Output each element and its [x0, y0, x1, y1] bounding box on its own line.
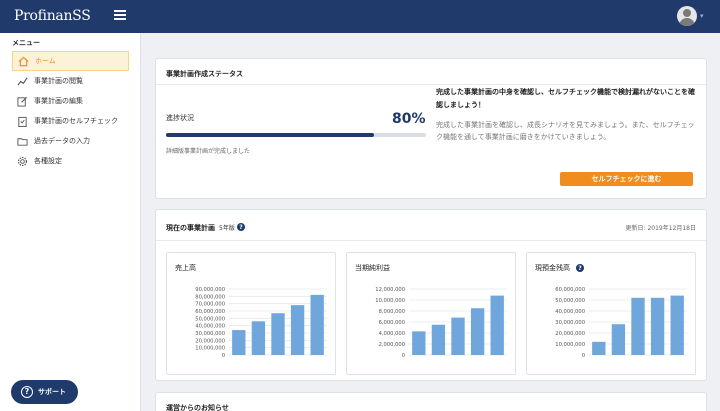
y-tick-label: 2,000,000 — [379, 342, 405, 348]
sidebar-item-label: 過去データの入力 — [34, 137, 90, 145]
y-tick-label: 10,000,000 — [375, 298, 405, 304]
menu-heading: メニュー — [12, 39, 40, 47]
y-tick-label: 20,000,000 — [555, 331, 585, 337]
hamburger-menu-icon[interactable] — [114, 10, 126, 20]
divider — [156, 84, 706, 85]
plan-version: 5年版 — [219, 225, 235, 232]
sidebar-item-label: 事業計画のセルフチェック — [34, 117, 118, 125]
y-tick-label: 0 — [222, 353, 225, 359]
sidebar-nav: ホーム 事業計画の閲覧 事業計画の編集 事業計画のセルフチェック 過去データの入… — [12, 51, 129, 171]
support-button[interactable]: ? サポート — [11, 380, 78, 404]
y-tick-label: 10,000,000 — [555, 342, 585, 348]
plan-title: 現在の事業計画 — [166, 224, 215, 232]
sidebar: メニュー ホーム 事業計画の閲覧 事業計画の編集 事業計画のセルフチェック 過去… — [0, 33, 141, 411]
chart-bar — [310, 294, 324, 355]
current-plan-card: 現在の事業計画 5年版 ? 更新日: 2019年12月18日 売上高 90,00… — [155, 209, 707, 381]
y-tick-label: 70,000,000 — [195, 302, 225, 308]
folder-icon — [16, 135, 28, 147]
chart-bar — [232, 330, 246, 355]
chart-bar — [412, 331, 426, 355]
net-income-chart: 12,000,000 10,000,000 8,000,000 6,000,000 4,… — [375, 287, 507, 359]
y-tick-label: 0 — [402, 353, 405, 359]
status-description: 完成した事業計画を確認し、成長シナリオを見てみましょう。また、セルフチェック機能… — [436, 121, 695, 141]
y-tick-label: 80,000,000 — [195, 294, 225, 300]
status-card: 事業計画作成ステータス 進捗状況 80% 詳細版事業計画が完成しました 完成した… — [155, 58, 707, 199]
y-tick-label: 10,000,000 — [195, 346, 225, 352]
app-logo[interactable]: ProfinanSS — [14, 8, 91, 24]
plan-updated-date: 更新日: 2019年12月18日 — [625, 225, 696, 232]
chart-bar — [611, 324, 626, 355]
y-tick-label: 4,000,000 — [379, 331, 405, 337]
edit-icon — [16, 95, 28, 107]
sidebar-item-past-data[interactable]: 過去データの入力 — [12, 131, 129, 151]
chart-bar — [670, 295, 684, 355]
y-tick-label: 30,000,000 — [195, 331, 225, 337]
status-headline: 完成した事業計画の中身を確認し、セルフチェック機能で検討漏れがないことを確認しま… — [436, 88, 695, 109]
sales-chart: 90,000,00080,000,000 70,000,00060,000,000… — [195, 287, 327, 359]
chart-bar — [251, 321, 266, 355]
chart-bar — [490, 295, 504, 355]
y-tick-label: 12,000,000 — [375, 287, 405, 293]
home-icon — [17, 55, 29, 67]
y-tick-label: 90,000,000 — [195, 287, 225, 293]
sidebar-item-label: 各種設定 — [34, 157, 62, 165]
progress-bar-fill — [166, 133, 374, 137]
chevron-down-icon[interactable]: ▾ — [700, 12, 704, 20]
y-tick-label: 0 — [582, 353, 585, 359]
divider — [156, 240, 706, 241]
chart-bar — [431, 324, 446, 355]
chart-bar — [650, 297, 665, 355]
y-tick-label: 6,000,000 — [379, 320, 405, 326]
y-tick-label: 60,000,000 — [555, 287, 585, 293]
y-tick-label: 20,000,000 — [195, 338, 225, 344]
sidebar-item-label: ホーム — [35, 57, 56, 65]
progress-percent: 80% — [392, 111, 426, 127]
chart-bar — [451, 317, 465, 355]
chart-bar — [290, 305, 305, 355]
progress-label: 進捗状況 — [166, 114, 194, 122]
self-check-button[interactable]: セルフチェックに進む — [560, 172, 693, 186]
chart-bar — [592, 341, 606, 355]
sidebar-item-plan-view[interactable]: 事業計画の閲覧 — [12, 71, 129, 91]
help-icon[interactable]: ? — [237, 223, 245, 231]
sidebar-item-label: 事業計画の編集 — [34, 97, 83, 105]
y-tick-label: 50,000,000 — [195, 316, 225, 322]
chart-bar — [631, 297, 645, 355]
chart-bar — [271, 313, 285, 355]
y-tick-label: 30,000,000 — [555, 320, 585, 326]
status-title: 事業計画作成ステータス — [166, 70, 243, 78]
gear-icon — [16, 155, 28, 167]
chart-bar — [470, 308, 485, 355]
cash-balance-chart: 60,000,000 50,000,000 40,000,000 30,000,000… — [555, 287, 687, 359]
sidebar-item-plan-edit[interactable]: 事業計画の編集 — [12, 91, 129, 111]
net-income-chart-panel: 当期純利益 12,000,000 10,000,000 8,000,000 6,000… — [346, 252, 516, 375]
question-icon: ? — [21, 386, 33, 398]
progress-note: 詳細版事業計画が完成しました — [166, 148, 251, 155]
sales-chart-panel: 売上高 90,000,000 80,000,000 70,000,000 60,000… — [166, 252, 336, 375]
top-bar: ProfinanSS ▾ — [0, 0, 720, 33]
y-tick-label: 60,000,000 — [195, 309, 225, 315]
notice-card: 運営からのお知らせ — [155, 392, 707, 411]
y-tick-label: 40,000,000 — [555, 309, 585, 315]
clipboard-check-icon — [16, 115, 28, 127]
sidebar-item-home[interactable]: ホーム — [12, 51, 129, 71]
support-label: サポート — [38, 388, 66, 396]
sidebar-item-settings[interactable]: 各種設定 — [12, 151, 129, 171]
progress-bar — [166, 133, 426, 137]
sidebar-item-label: 事業計画の閲覧 — [34, 77, 83, 85]
trend-line-icon — [16, 75, 28, 87]
y-tick-label: 8,000,000 — [379, 309, 405, 315]
cash-balance-chart-panel: 現預金残高? 60,000,000 50,000,000 40,000,000 30,… — [526, 252, 696, 375]
y-tick-label: 50,000,000 — [555, 298, 585, 304]
user-avatar[interactable] — [677, 6, 697, 26]
notice-title: 運営からのお知らせ — [166, 404, 229, 411]
sidebar-item-self-check[interactable]: 事業計画のセルフチェック — [12, 111, 129, 131]
y-tick-label: 40,000,000 — [195, 324, 225, 330]
